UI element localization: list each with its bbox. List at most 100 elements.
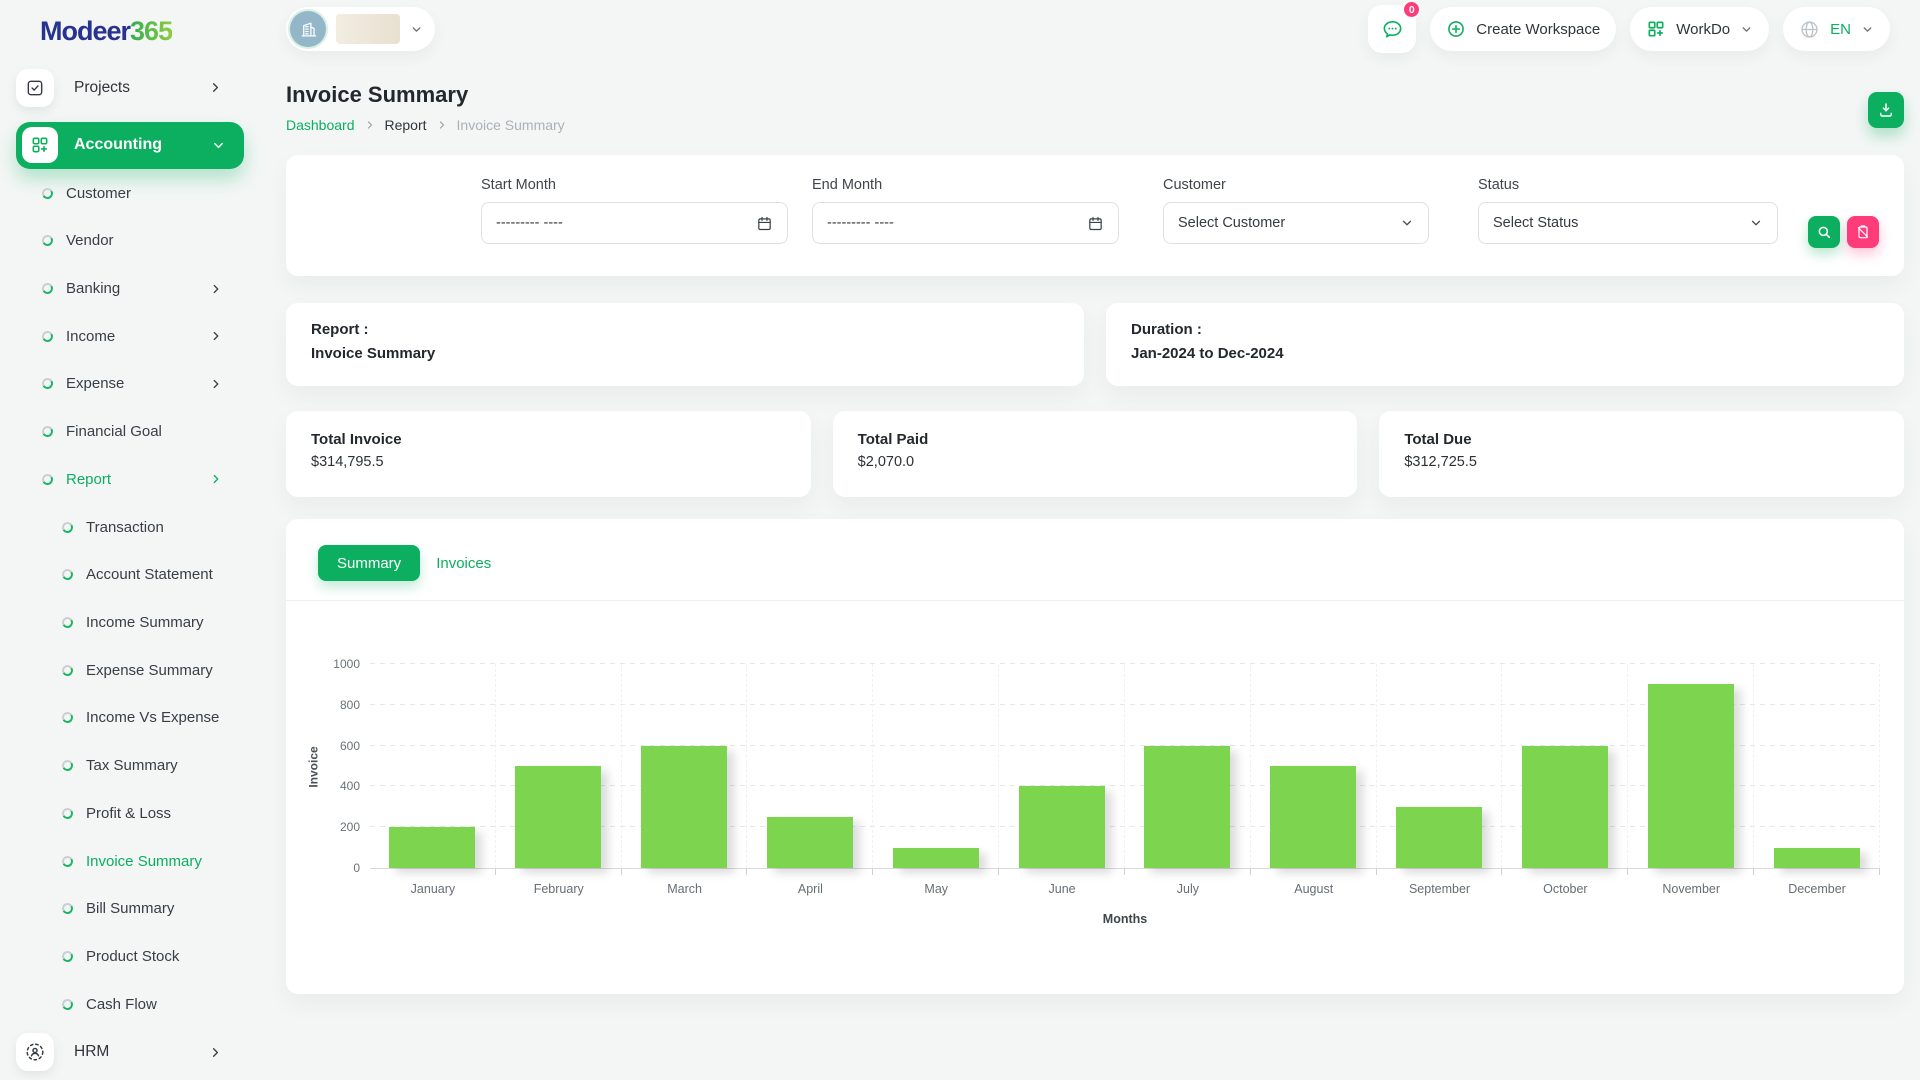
x-tick-label: January: [410, 882, 456, 896]
calendar-icon[interactable]: [756, 215, 773, 232]
breadcrumb-report[interactable]: Report: [385, 117, 427, 133]
bullet-icon: [40, 329, 55, 343]
customer-label: Customer: [1163, 177, 1226, 193]
globe-icon: [1801, 20, 1818, 38]
chevron-down-icon: [410, 23, 423, 36]
duration-value: Jan-2024 to Dec-2024: [1131, 345, 1284, 362]
total-paid-value: $2,070.0: [857, 454, 915, 470]
chevron-down-icon: [1861, 23, 1874, 36]
download-button[interactable]: [1868, 92, 1904, 128]
customer-select[interactable]: Select Customer: [1163, 202, 1429, 244]
y-tick-label: 1000: [333, 657, 360, 671]
sidebar-item-hrm[interactable]: HRM: [0, 1028, 260, 1076]
bar-march: [641, 745, 728, 868]
x-tick-label: May: [924, 882, 949, 896]
bar-october: [1521, 745, 1608, 868]
brand-logo-text: Modeer: [40, 16, 131, 46]
sidebar-item-vendor[interactable]: Vendor: [0, 217, 260, 265]
x-tick-label: August: [1294, 882, 1334, 896]
tab-invoices[interactable]: Invoices: [436, 555, 491, 572]
bullet-icon: [60, 997, 75, 1012]
total-paid-card: Total Paid $2,070.0: [832, 411, 1358, 497]
sidebar-item-income[interactable]: Income: [0, 312, 260, 360]
end-month-input[interactable]: --------- ----: [812, 202, 1119, 244]
create-workspace-label: Create Workspace: [1476, 20, 1601, 38]
apply-filter-button[interactable]: [1808, 216, 1840, 248]
bullet-icon: [60, 568, 75, 582]
filter-panel: Start Month --------- ---- End Month ---…: [286, 155, 1904, 276]
x-axis-title: Months: [1102, 912, 1148, 926]
clipboard-slash-icon: [1857, 225, 1869, 239]
y-tick-label: 600: [339, 738, 360, 753]
bullet-icon: [40, 186, 55, 200]
workdo-menu-button[interactable]: WorkDo: [1630, 7, 1770, 51]
status-select[interactable]: Select Status: [1478, 202, 1778, 244]
bullet-icon: [60, 758, 75, 773]
total-invoice-value: $314,795.5: [311, 454, 384, 470]
bullet-icon: [60, 806, 75, 821]
invoice-bar-chart: Invoice 0 200 400 600 800 1000 January Februar…: [286, 657, 1904, 926]
summary-chart-card: Summary Invoices Invoice 0 200 400 600 800 10…: [286, 519, 1904, 994]
x-tick-label: July: [1176, 882, 1199, 896]
bar-september: [1396, 806, 1483, 868]
sidebar-item-product-stock[interactable]: Product Stock: [0, 933, 260, 981]
bullet-icon: [60, 711, 75, 725]
create-workspace-button[interactable]: Create Workspace: [1430, 7, 1617, 51]
sidebar-item-account-statement[interactable]: Account Statement: [0, 551, 260, 599]
chevron-down-icon: [1400, 216, 1414, 230]
bullet-icon: [60, 854, 75, 868]
chevron-right-icon: [208, 80, 223, 95]
bullet-icon: [40, 377, 55, 391]
grid-plus-icon: [1648, 21, 1664, 37]
x-tick-label: April: [797, 882, 823, 896]
x-tick-label: December: [1788, 882, 1846, 896]
breadcrumb-dashboard[interactable]: Dashboard: [286, 117, 355, 133]
page-title: Invoice Summary: [286, 82, 469, 107]
tab-summary[interactable]: Summary: [318, 545, 421, 581]
sidebar-item-financial-goal[interactable]: Financial Goal: [0, 408, 260, 456]
x-tick-label: February: [533, 882, 584, 896]
x-tick-label: September: [1408, 882, 1471, 896]
x-tick-label: March: [667, 882, 702, 896]
sidebar-item-invoice-summary[interactable]: Invoice Summary: [0, 837, 260, 885]
sidebar-item-income-vs-expense[interactable]: Income Vs Expense: [0, 694, 260, 742]
sidebar-item-profit-loss[interactable]: Profit & Loss: [0, 790, 260, 838]
messages-badge: 0: [1402, 0, 1422, 19]
chart-x-labels: January February March April May June July Augu…: [370, 882, 1880, 896]
reset-filter-button[interactable]: [1847, 216, 1879, 248]
messages-button[interactable]: 0: [1368, 0, 1422, 53]
sidebar-item-transaction[interactable]: Transaction: [0, 503, 260, 551]
bullet-icon: [40, 472, 55, 487]
bullet-icon: [40, 424, 55, 439]
chevron-down-icon: [211, 138, 226, 153]
sidebar-item-expense-summary[interactable]: Expense Summary: [0, 646, 260, 694]
bullet-icon: [40, 234, 55, 248]
y-tick-label: 0: [353, 861, 360, 875]
bullet-icon: [60, 520, 75, 534]
bar-january: [389, 827, 476, 868]
sidebar-item-projects[interactable]: Projects: [0, 66, 260, 110]
sidebar-item-cash-flow[interactable]: Cash Flow: [0, 980, 260, 1028]
bar-may: [892, 847, 979, 868]
sidebar-item-expense[interactable]: Expense: [0, 360, 260, 408]
sidebar-item-banking[interactable]: Banking: [0, 265, 260, 313]
calendar-icon[interactable]: [1087, 215, 1104, 232]
sidebar-item-accounting[interactable]: Accounting: [16, 121, 244, 170]
bullet-icon: [60, 663, 75, 678]
y-tick-label: 400: [339, 779, 360, 794]
start-month-input[interactable]: --------- ----: [481, 202, 788, 244]
chevron-right-icon: [364, 119, 376, 131]
chevron-right-icon: [209, 329, 223, 343]
workspace-selector[interactable]: [286, 7, 435, 51]
y-tick-label: 200: [339, 820, 360, 835]
sidebar-item-bill-summary[interactable]: Bill Summary: [0, 885, 260, 933]
sidebar-item-customer[interactable]: Customer: [0, 169, 260, 217]
x-tick-label: June: [1048, 882, 1076, 896]
sidebar-item-report[interactable]: Report: [0, 456, 260, 504]
sidebar-item-tax-summary[interactable]: Tax Summary: [0, 742, 260, 790]
sidebar-item-income-summary[interactable]: Income Summary: [0, 599, 260, 647]
language-selector[interactable]: EN: [1783, 7, 1890, 51]
duration-info-card: Duration : Jan-2024 to Dec-2024: [1106, 303, 1904, 386]
bar-november: [1647, 684, 1734, 868]
plus-circle-icon: [1448, 21, 1465, 37]
